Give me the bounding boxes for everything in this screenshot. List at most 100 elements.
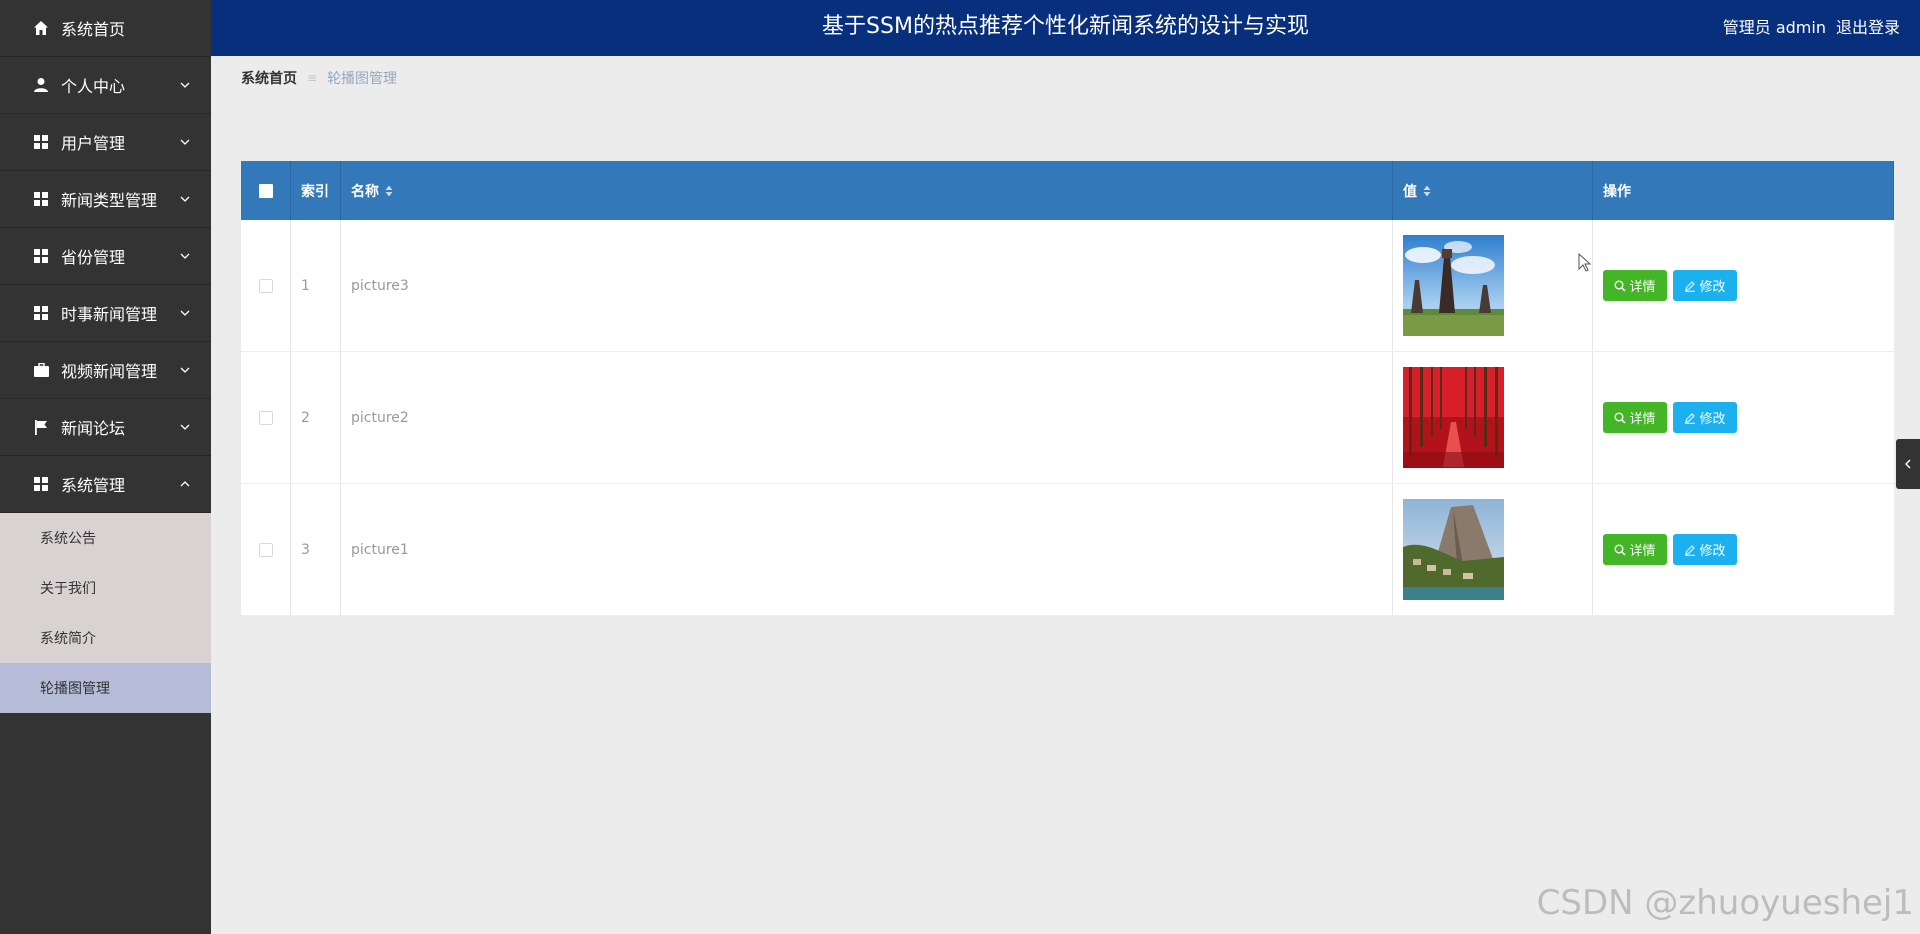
sidebar-item-forum[interactable]: 新闻论坛 bbox=[0, 399, 211, 456]
chevron-up-icon bbox=[180, 481, 190, 487]
sort-icon[interactable] bbox=[1423, 185, 1431, 197]
detail-button[interactable]: 详情 bbox=[1603, 534, 1667, 565]
breadcrumb-current: 轮播图管理 bbox=[327, 71, 398, 87]
thumbnail-image[interactable] bbox=[1403, 235, 1504, 336]
sidebar-item-label: 个人中心 bbox=[61, 77, 126, 96]
row-checkbox[interactable] bbox=[258, 410, 273, 425]
sidebar-item-current-news[interactable]: 时事新闻管理 bbox=[0, 285, 211, 342]
row-checkbox-cell bbox=[241, 484, 291, 615]
chevron-down-icon bbox=[180, 253, 190, 259]
app-title: 基于SSM的热点推荐个性化新闻系统的设计与实现 bbox=[822, 14, 1309, 39]
row-checkbox[interactable] bbox=[258, 278, 273, 293]
briefcase-icon bbox=[33, 362, 49, 378]
chevron-down-icon bbox=[180, 139, 190, 145]
breadcrumb-separator: ≡ bbox=[307, 71, 318, 85]
side-panel-toggle[interactable] bbox=[1896, 439, 1920, 489]
edit-button-label: 修改 bbox=[1699, 544, 1726, 559]
chevron-down-icon bbox=[180, 424, 190, 430]
system-submenu: 系统公告 关于我们 系统简介 轮播图管理 bbox=[0, 513, 211, 713]
detail-button[interactable]: 详情 bbox=[1603, 402, 1667, 433]
row-actions: 详情 修改 bbox=[1593, 352, 1894, 483]
header-user-area: 管理员 admin 退出登录 bbox=[1723, 0, 1900, 52]
row-actions: 详情 修改 bbox=[1593, 220, 1894, 351]
flag-icon bbox=[33, 419, 49, 435]
submenu-item-system-intro[interactable]: 系统简介 bbox=[0, 613, 211, 663]
row-actions: 详情 修改 bbox=[1593, 484, 1894, 615]
edit-button[interactable]: 修改 bbox=[1673, 270, 1737, 301]
submenu-item-carousel[interactable]: 轮播图管理 bbox=[0, 663, 211, 713]
row-index: 3 bbox=[291, 484, 341, 615]
row-value-cell bbox=[1393, 484, 1593, 615]
sidebar-item-label: 视频新闻管理 bbox=[61, 362, 158, 381]
detail-button-label: 详情 bbox=[1629, 280, 1656, 295]
sidebar-item-label: 系统首页 bbox=[61, 20, 126, 39]
edit-icon bbox=[1685, 544, 1696, 556]
edit-button[interactable]: 修改 bbox=[1673, 534, 1737, 565]
top-header: 基于SSM的热点推荐个性化新闻系统的设计与实现 管理员 admin 退出登录 bbox=[211, 0, 1920, 56]
thumbnail-image[interactable] bbox=[1403, 367, 1504, 468]
row-checkbox[interactable] bbox=[258, 542, 273, 557]
search-icon bbox=[1614, 412, 1627, 424]
sidebar-item-system[interactable]: 系统管理 bbox=[0, 456, 211, 513]
detail-button[interactable]: 详情 bbox=[1603, 270, 1667, 301]
detail-button-label: 详情 bbox=[1629, 412, 1656, 427]
chevron-down-icon bbox=[180, 82, 190, 88]
column-header-value-label: 值 bbox=[1403, 183, 1417, 200]
chevron-down-icon bbox=[180, 310, 190, 316]
row-name: picture1 bbox=[341, 484, 1393, 615]
thumbnail-image[interactable] bbox=[1403, 499, 1504, 600]
row-name: picture3 bbox=[341, 220, 1393, 351]
chevron-left-icon bbox=[1905, 459, 1911, 469]
sidebar-item-label: 省份管理 bbox=[61, 248, 126, 267]
chevron-down-icon bbox=[180, 367, 190, 373]
sidebar-item-video-news[interactable]: 视频新闻管理 bbox=[0, 342, 211, 399]
select-all-cell bbox=[241, 161, 291, 220]
sidebar-item-news-types[interactable]: 新闻类型管理 bbox=[0, 171, 211, 228]
search-icon bbox=[1614, 544, 1627, 556]
logout-link[interactable]: 退出登录 bbox=[1836, 14, 1900, 38]
search-icon bbox=[1614, 280, 1627, 292]
sidebar-item-label: 新闻论坛 bbox=[61, 419, 126, 438]
select-all-checkbox[interactable] bbox=[258, 183, 273, 198]
row-index: 2 bbox=[291, 352, 341, 483]
watermark: CSDN @zhuoyueshej1 bbox=[1536, 883, 1914, 923]
table-row: 1 picture3 详情 修改 bbox=[241, 220, 1894, 352]
breadcrumb: 系统首页 ≡ 轮播图管理 bbox=[241, 68, 397, 88]
table-row: 3 picture1 详情 修改 bbox=[241, 484, 1894, 616]
column-header-value[interactable]: 值 bbox=[1393, 161, 1593, 220]
submenu-item-announcements[interactable]: 系统公告 bbox=[0, 513, 211, 563]
grid-icon bbox=[33, 476, 49, 492]
sidebar-item-home[interactable]: 系统首页 bbox=[0, 0, 211, 57]
user-label: 管理员 admin bbox=[1722, 18, 1826, 37]
table-header: 索引 名称 值 操作 bbox=[241, 161, 1894, 220]
column-header-index: 索引 bbox=[291, 161, 341, 220]
column-header-name-label: 名称 bbox=[351, 183, 379, 200]
sidebar-item-label: 用户管理 bbox=[61, 134, 126, 153]
row-name: picture2 bbox=[341, 352, 1393, 483]
sort-icon[interactable] bbox=[385, 185, 393, 197]
detail-button-label: 详情 bbox=[1629, 544, 1656, 559]
sidebar: 系统首页 个人中心 用户管理 新闻类型管理 省份管理 时事新闻管理 视频新闻管理… bbox=[0, 0, 211, 934]
column-header-name[interactable]: 名称 bbox=[341, 161, 1393, 220]
sidebar-item-profile[interactable]: 个人中心 bbox=[0, 57, 211, 114]
table-row: 2 picture2 详情 修改 bbox=[241, 352, 1894, 484]
submenu-item-about-us[interactable]: 关于我们 bbox=[0, 563, 211, 613]
sidebar-item-label: 时事新闻管理 bbox=[61, 305, 158, 324]
sidebar-item-provinces[interactable]: 省份管理 bbox=[0, 228, 211, 285]
breadcrumb-home[interactable]: 系统首页 bbox=[241, 68, 297, 88]
grid-icon bbox=[33, 248, 49, 264]
sidebar-item-label: 系统管理 bbox=[61, 476, 126, 495]
edit-button-label: 修改 bbox=[1699, 280, 1726, 295]
grid-icon bbox=[33, 191, 49, 207]
row-checkbox-cell bbox=[241, 220, 291, 351]
grid-icon bbox=[33, 305, 49, 321]
edit-button-label: 修改 bbox=[1699, 412, 1726, 427]
edit-icon bbox=[1685, 412, 1696, 424]
home-icon bbox=[33, 20, 49, 36]
edit-button[interactable]: 修改 bbox=[1673, 402, 1737, 433]
sidebar-item-label: 新闻类型管理 bbox=[61, 191, 158, 210]
row-index: 1 bbox=[291, 220, 341, 351]
sidebar-item-users[interactable]: 用户管理 bbox=[0, 114, 211, 171]
grid-icon bbox=[33, 134, 49, 150]
column-header-actions: 操作 bbox=[1593, 161, 1894, 220]
